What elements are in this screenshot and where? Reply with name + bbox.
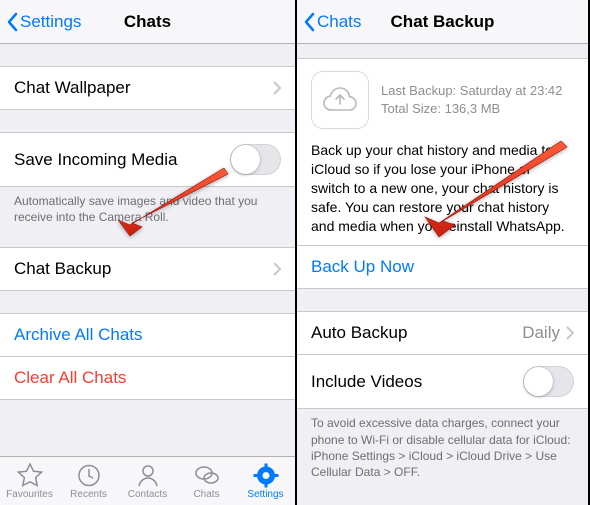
cell-label: Auto Backup	[311, 323, 522, 343]
total-size-text: Total Size: 136,3 MB	[381, 100, 562, 118]
tab-contacts[interactable]: Contacts	[118, 457, 177, 505]
save-media-note: Automatically save images and video that…	[0, 187, 295, 225]
auto-backup-value: Daily	[522, 323, 560, 343]
tab-recents[interactable]: Recents	[59, 457, 118, 505]
backup-info-card: Last Backup: Saturday at 23:42 Total Siz…	[297, 58, 588, 246]
tab-label: Recents	[70, 489, 107, 500]
backup-meta: Last Backup: Saturday at 23:42 Total Siz…	[381, 82, 562, 117]
cell-label: Chat Wallpaper	[14, 78, 273, 98]
chats-settings-screen: Settings Chats Chat Wallpaper Save Incom…	[0, 0, 295, 505]
toggle-knob	[524, 367, 553, 396]
backup-description: Back up your chat history and media to i…	[311, 141, 574, 235]
tabbar: Favourites Recents Contacts Chats Settin…	[0, 456, 295, 505]
cell-label: Clear All Chats	[14, 368, 281, 388]
back-button[interactable]: Chats	[297, 12, 361, 32]
cell-label: Save Incoming Media	[14, 150, 230, 170]
clear-all-chats-cell[interactable]: Clear All Chats	[0, 357, 295, 400]
save-media-toggle[interactable]	[230, 144, 281, 175]
last-backup-text: Last Backup: Saturday at 23:42	[381, 82, 562, 100]
chevron-right-icon	[273, 81, 281, 95]
tab-favourites[interactable]: Favourites	[0, 457, 59, 505]
star-icon	[17, 463, 43, 488]
clock-icon	[76, 463, 102, 488]
tab-settings[interactable]: Settings	[236, 457, 295, 505]
chat-wallpaper-cell[interactable]: Chat Wallpaper	[0, 66, 295, 110]
gear-icon	[253, 463, 279, 488]
cellular-data-note: To avoid excessive data charges, connect…	[297, 409, 588, 480]
toggle-knob	[231, 145, 260, 174]
chevron-left-icon	[303, 12, 315, 32]
navbar: Chats Chat Backup	[297, 0, 588, 44]
archive-all-chats-cell[interactable]: Archive All Chats	[0, 313, 295, 357]
save-incoming-media-cell[interactable]: Save Incoming Media	[0, 132, 295, 187]
back-label: Chats	[317, 12, 361, 32]
chat-backup-cell[interactable]: Chat Backup	[0, 247, 295, 291]
cell-label: Archive All Chats	[14, 325, 281, 345]
backup-info-group: Last Backup: Saturday at 23:42 Total Siz…	[297, 58, 588, 289]
tab-label: Contacts	[128, 489, 167, 500]
contact-icon	[135, 463, 161, 488]
include-videos-cell[interactable]: Include Videos	[297, 355, 588, 409]
chevron-right-icon	[566, 326, 574, 340]
include-videos-toggle[interactable]	[523, 366, 574, 397]
cell-label: Include Videos	[311, 372, 523, 392]
chevron-right-icon	[273, 262, 281, 276]
cell-label: Back Up Now	[311, 257, 574, 277]
back-up-now-cell[interactable]: Back Up Now	[297, 246, 588, 289]
chat-backup-screen: Chats Chat Backup Last Backup: Saturday …	[295, 0, 588, 505]
tab-label: Settings	[247, 489, 283, 500]
tab-label: Favourites	[6, 489, 53, 500]
auto-backup-cell[interactable]: Auto Backup Daily	[297, 311, 588, 355]
chevron-left-icon	[6, 12, 18, 32]
tab-chats[interactable]: Chats	[177, 457, 236, 505]
cell-label: Chat Backup	[14, 259, 273, 279]
back-label: Settings	[20, 12, 81, 32]
navbar: Settings Chats	[0, 0, 295, 44]
chats-icon	[194, 463, 220, 488]
cloud-icon	[311, 71, 369, 129]
tab-label: Chats	[193, 489, 219, 500]
back-button[interactable]: Settings	[0, 12, 81, 32]
